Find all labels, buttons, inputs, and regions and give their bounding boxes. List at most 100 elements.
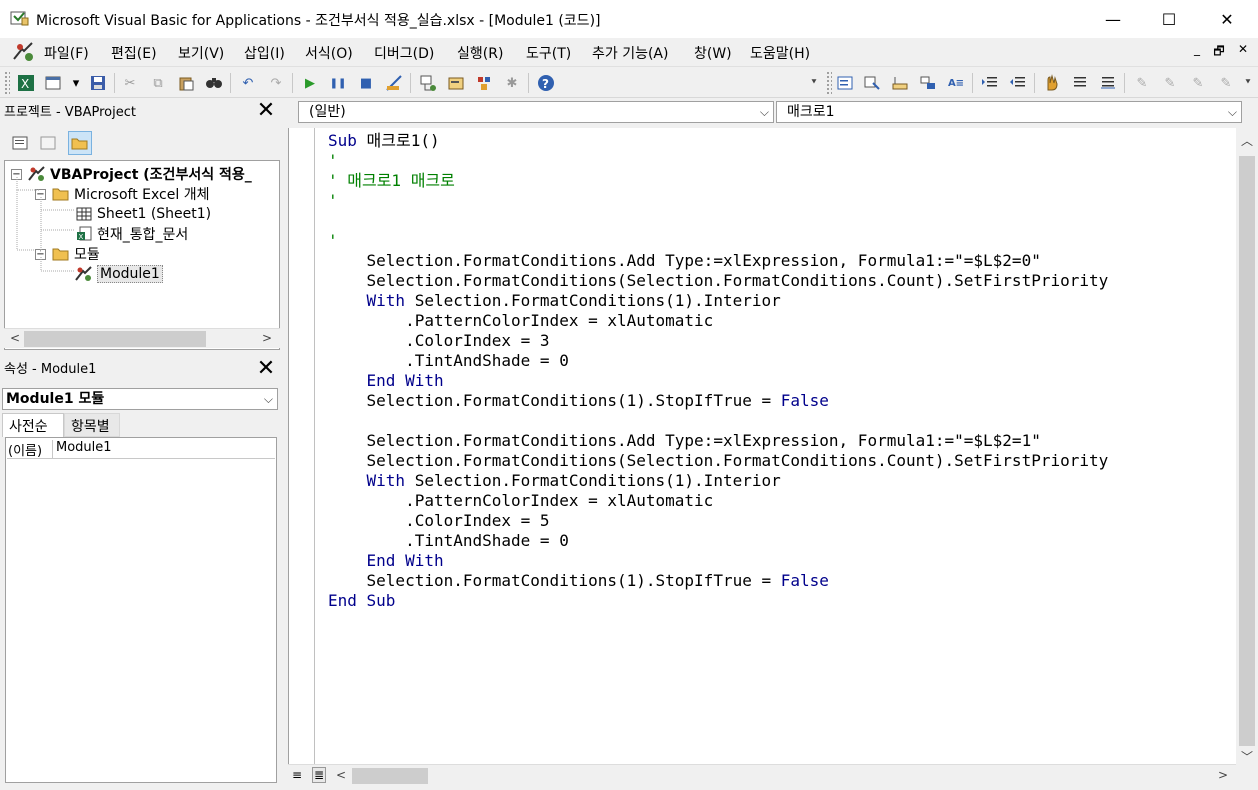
mdi-minimize-button[interactable]: _ bbox=[1188, 42, 1206, 56]
tree-connector-lines bbox=[16, 177, 75, 272]
view-object-button[interactable] bbox=[36, 131, 60, 155]
toolbar-grip[interactable] bbox=[4, 71, 10, 95]
copy-icon[interactable]: ⧉ bbox=[148, 73, 168, 93]
comment-block-icon[interactable] bbox=[1070, 73, 1090, 93]
toolbar-separator bbox=[528, 73, 529, 93]
toolbox-icon[interactable]: ✱ bbox=[502, 73, 522, 93]
menu-help[interactable]: 도움말(H) bbox=[750, 43, 810, 63]
vba-menu-icon[interactable] bbox=[12, 41, 36, 63]
list-properties-icon[interactable] bbox=[836, 73, 856, 93]
menu-tools[interactable]: 도구(T) bbox=[526, 43, 571, 63]
menu-debug[interactable]: 디버그(D) bbox=[374, 43, 434, 63]
scroll-down-icon[interactable]: ﹀ bbox=[1238, 748, 1256, 765]
tab-categorized[interactable]: 항목별 bbox=[64, 413, 120, 437]
procedure-view-icon[interactable]: ≡ bbox=[292, 768, 302, 782]
menu-bar: 파일(F) 편집(E) 보기(V) 삽입(I) 서식(O) 디버그(D) 실행(… bbox=[0, 38, 1258, 66]
outdent-icon[interactable] bbox=[1008, 73, 1028, 93]
chevron-down-icon: ⌵ bbox=[1227, 105, 1237, 119]
save-icon[interactable] bbox=[88, 73, 108, 93]
maximize-button[interactable]: ☐ bbox=[1140, 0, 1198, 38]
cut-icon[interactable]: ✂ bbox=[120, 73, 140, 93]
scrollbar-thumb[interactable] bbox=[24, 331, 206, 347]
scroll-left-icon[interactable]: < bbox=[6, 331, 24, 345]
toolbar-separator bbox=[1034, 73, 1035, 93]
project-pane-title: 프로젝트 - VBAProject bbox=[4, 105, 136, 120]
scroll-right-icon[interactable]: > bbox=[258, 331, 276, 345]
toggle-folders-button[interactable] bbox=[68, 131, 92, 155]
code-margin-indicator-bar[interactable] bbox=[289, 128, 315, 764]
scroll-up-icon[interactable]: ︿ bbox=[1238, 132, 1256, 149]
scrollbar-thumb[interactable] bbox=[1239, 156, 1255, 746]
mdi-close-button[interactable]: ✕ bbox=[1234, 42, 1252, 56]
procedure-select[interactable]: 매크로1 ⌵ bbox=[776, 101, 1242, 123]
menu-insert[interactable]: 삽입(I) bbox=[244, 43, 285, 63]
quick-info-icon[interactable] bbox=[890, 73, 910, 93]
insert-userform-icon[interactable] bbox=[44, 73, 64, 93]
project-pane-close-button[interactable]: ✕ bbox=[254, 100, 278, 124]
vba-app-icon bbox=[10, 9, 30, 27]
reset-icon[interactable]: ■ bbox=[356, 73, 376, 93]
scroll-left-icon[interactable]: < bbox=[332, 768, 350, 782]
view-code-button[interactable] bbox=[8, 131, 32, 155]
minimize-button[interactable]: — bbox=[1084, 0, 1142, 38]
minimize-icon: — bbox=[1105, 9, 1121, 29]
menu-run[interactable]: 실행(R) bbox=[457, 43, 503, 63]
object-select-value: Module1 모듈 bbox=[6, 391, 105, 407]
object-select[interactable]: (일반) ⌵ bbox=[298, 101, 774, 123]
tab-alphabetic[interactable]: 사전순 bbox=[2, 413, 64, 437]
toolbar-overflow-icon[interactable]: ⯆ bbox=[804, 73, 824, 93]
design-mode-icon[interactable] bbox=[384, 73, 404, 93]
scroll-right-icon[interactable]: > bbox=[1214, 768, 1232, 782]
code-text[interactable]: Sub 매크로1() ' ' 매크로1 매크로 ' ' Selection.Fo… bbox=[328, 131, 1108, 611]
help-icon[interactable]: ? bbox=[536, 73, 556, 93]
previous-bookmark-icon[interactable]: ✎ bbox=[1188, 73, 1208, 93]
toolbar-overflow-icon[interactable]: ⯆ bbox=[1238, 73, 1258, 93]
mdi-restore-button[interactable]: 🗗 bbox=[1210, 42, 1228, 63]
object-browser-icon[interactable] bbox=[474, 73, 494, 93]
pane-splitter[interactable] bbox=[280, 98, 288, 790]
paste-icon[interactable] bbox=[176, 73, 196, 93]
menu-edit[interactable]: 편집(E) bbox=[111, 43, 157, 63]
dropdown-arrow-icon[interactable]: ▾ bbox=[66, 73, 86, 93]
property-row-name[interactable]: (이름) Module1 bbox=[7, 439, 275, 459]
properties-object-select[interactable]: Module1 모듈 ⌵ bbox=[2, 388, 278, 410]
complete-word-icon[interactable]: A≡ bbox=[946, 73, 966, 93]
undo-icon[interactable]: ↶ bbox=[238, 73, 258, 93]
view-excel-icon[interactable]: X bbox=[16, 73, 36, 93]
toggle-bookmark-icon[interactable]: ✎ bbox=[1132, 73, 1152, 93]
run-icon[interactable]: ▶ bbox=[300, 73, 320, 93]
maximize-icon: ☐ bbox=[1161, 9, 1177, 29]
project-explorer-icon[interactable] bbox=[418, 73, 438, 93]
menu-file[interactable]: 파일(F) bbox=[44, 43, 89, 63]
code-vscrollbar[interactable]: ︿ ﹀ bbox=[1236, 128, 1258, 764]
property-value[interactable]: Module1 bbox=[56, 440, 112, 455]
find-icon[interactable] bbox=[204, 73, 224, 93]
menu-addins[interactable]: 추가 기능(A) bbox=[592, 43, 668, 63]
toolbar-separator bbox=[410, 73, 411, 93]
toggle-breakpoint-icon[interactable] bbox=[1042, 73, 1062, 93]
parameter-info-icon[interactable] bbox=[918, 73, 938, 93]
toolbar-separator bbox=[230, 73, 231, 93]
break-icon[interactable]: ❚❚ bbox=[328, 73, 348, 93]
properties-grid bbox=[5, 437, 277, 783]
clear-bookmarks-icon[interactable]: ✎ bbox=[1216, 73, 1236, 93]
svg-text:?: ? bbox=[542, 77, 549, 91]
menu-view[interactable]: 보기(V) bbox=[178, 43, 224, 63]
object-select-value: (일반) bbox=[309, 104, 346, 120]
redo-icon[interactable]: ↷ bbox=[266, 73, 286, 93]
full-module-view-icon[interactable]: ≣ bbox=[312, 767, 327, 783]
indent-icon[interactable] bbox=[980, 73, 1000, 93]
properties-pane-close-button[interactable]: ✕ bbox=[254, 358, 278, 382]
next-bookmark-icon[interactable]: ✎ bbox=[1160, 73, 1180, 93]
menu-format[interactable]: 서식(O) bbox=[305, 43, 353, 63]
menu-window[interactable]: 창(W) bbox=[694, 43, 732, 63]
toolbar-separator bbox=[972, 73, 973, 93]
toolbar-grip[interactable] bbox=[826, 71, 832, 95]
project-tree-hscrollbar[interactable]: < > bbox=[4, 328, 280, 348]
list-constants-icon[interactable] bbox=[862, 73, 882, 93]
uncomment-block-icon[interactable] bbox=[1098, 73, 1118, 93]
code-hscrollbar[interactable]: ≡ ≣ < > bbox=[288, 764, 1236, 786]
scrollbar-thumb[interactable] bbox=[352, 768, 428, 784]
properties-window-icon[interactable] bbox=[446, 73, 466, 93]
close-button[interactable]: ✕ bbox=[1198, 0, 1256, 38]
